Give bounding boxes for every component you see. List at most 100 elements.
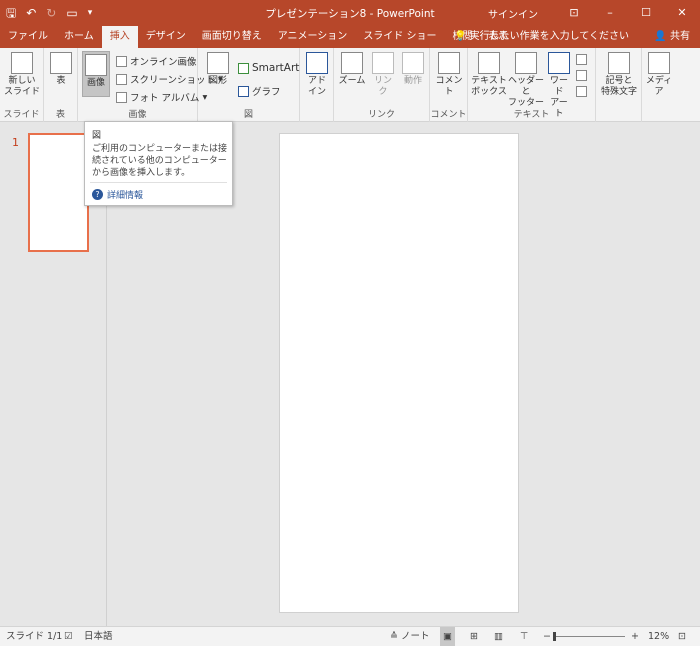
spell-check-icon[interactable]: ☑ xyxy=(64,627,73,646)
maximize-icon[interactable]: ☐ xyxy=(628,0,664,26)
textbox-label: テキスト ボックス xyxy=(471,76,507,97)
comment-icon xyxy=(438,52,460,74)
date-time-icon[interactable] xyxy=(576,54,587,65)
slide-sorter-icon[interactable]: ⊞ xyxy=(470,627,478,646)
link-button[interactable]: リンク xyxy=(370,52,396,98)
tooltip-help-link[interactable]: ? 詳細情報 xyxy=(92,188,143,201)
tooltip-help-label: 詳細情報 xyxy=(107,191,144,201)
status-bar: スライド 1/1 ☑ 日本語 ≙ ノート ▣ ⊞ ▥ ⊤ − + 12% ⊡ xyxy=(0,626,700,646)
tooltip-title: 図 xyxy=(92,131,102,141)
slide-thumbnail[interactable] xyxy=(28,133,89,252)
link-icon xyxy=(372,52,394,74)
chart-button[interactable]: グラフ xyxy=(238,84,281,98)
zoom-level[interactable]: 12% xyxy=(648,627,669,646)
slide-number: 1 xyxy=(12,136,19,149)
shapes-button[interactable]: 図形 xyxy=(204,52,232,87)
tab-6[interactable]: スライド ショー xyxy=(355,26,444,48)
slide-counter: スライド 1/1 xyxy=(6,631,63,642)
photo-album-button[interactable]: フォト アルバム ▾ xyxy=(116,90,207,104)
store-icon xyxy=(306,52,328,74)
shapes-label: 図形 xyxy=(208,76,227,86)
group-illustrations: 図形 SmartArt グラフ 図 xyxy=(198,48,300,122)
media-label: メディア xyxy=(645,76,673,97)
zoom-insert-button[interactable]: ズーム xyxy=(338,52,366,87)
ribbon-tab-row: ファイル ホーム 挿入 デザイン 画面切り替え アニメーション スライド ショー 校閲 表示 💡… xyxy=(0,26,700,50)
object-icon[interactable] xyxy=(576,86,587,97)
group-links: ズーム リンク 動作 リンク xyxy=(334,48,430,122)
smartart-icon xyxy=(238,62,249,74)
group-label-text: テキスト xyxy=(513,110,550,120)
group-addins: アドイン xyxy=(300,48,334,122)
zoom-slider-thumb[interactable] xyxy=(553,632,556,641)
zoom-insert-label: ズーム xyxy=(338,76,366,86)
picture-tooltip: 図 ご利用のコンピューターまたは接続されている他のコンピューターから画像を挿入し… xyxy=(84,121,233,206)
addins-button[interactable]: アドイン xyxy=(304,52,330,98)
photo-album-icon xyxy=(116,91,127,103)
notes-label: ノート xyxy=(400,631,430,642)
smartart-label: SmartArt xyxy=(252,62,300,74)
help-icon: ? xyxy=(92,189,103,200)
group-label-tables: 表 xyxy=(55,110,65,120)
notes-button[interactable]: ≙ ノート xyxy=(390,627,430,646)
group-images: 画像 オンライン画像 スクリーンショット ▾ フォト アルバム ▾ 画像 xyxy=(78,48,223,122)
group-label-comments: コメント xyxy=(430,110,467,120)
picture-button[interactable]: 画像 xyxy=(82,51,110,97)
smartart-button[interactable]: SmartArt xyxy=(238,62,299,74)
tab-0[interactable]: ファイル xyxy=(0,26,56,48)
share-label: 共有 xyxy=(670,31,690,42)
action-button[interactable]: 動作 xyxy=(400,52,426,87)
symbols-button[interactable]: 記号と 特殊文字 xyxy=(598,52,640,98)
table-button[interactable]: 表 xyxy=(49,52,73,87)
header-footer-button[interactable]: ヘッダーと フッター xyxy=(508,52,544,109)
table-label: 表 xyxy=(56,76,66,86)
group-slides: 新しい スライド スライド xyxy=(0,48,44,122)
new-slide-label: 新しい スライド xyxy=(4,76,41,97)
title-bar: 🖫 ↶ ↻ ▭ ▾ プレゼンテーション8 - PowerPoint サインイン … xyxy=(0,0,700,26)
zoom-slider[interactable] xyxy=(555,636,625,637)
normal-view-icon[interactable]: ▣ xyxy=(440,627,455,646)
screenshot-icon xyxy=(116,73,127,85)
picture-label: 画像 xyxy=(86,78,105,88)
share-button[interactable]: 👤 共有 xyxy=(654,26,690,48)
group-text: テキスト ボックス ヘッダーと フッター ワード アート テキスト xyxy=(468,48,596,122)
new-slide-button[interactable]: 新しい スライド xyxy=(4,52,40,98)
ribbon-tabs: ファイル ホーム 挿入 デザイン 画面切り替え アニメーション スライド ショー 校閲 表示 xyxy=(0,26,517,50)
slideshow-icon[interactable]: ⊤ xyxy=(520,627,528,646)
group-label-slides: スライド xyxy=(3,110,40,120)
ribbon: 新しい スライド スライド 表 表 画像 オンライン画像 スクリーンショット ▾… xyxy=(0,48,700,122)
tab-3[interactable]: デザイン xyxy=(138,26,194,48)
media-button[interactable]: メディア xyxy=(644,52,674,98)
zoom-icon xyxy=(341,52,363,74)
action-label: 動作 xyxy=(403,76,422,86)
wordart-icon xyxy=(548,52,570,74)
online-pictures-icon xyxy=(116,55,127,67)
tab-2[interactable]: 挿入 xyxy=(101,26,138,50)
tell-me-box[interactable]: 💡 実行したい作業を入力してください xyxy=(454,26,629,48)
zoom-out-icon[interactable]: − xyxy=(543,627,551,646)
comment-label: コメント xyxy=(435,76,463,97)
close-icon[interactable]: ✕ xyxy=(664,0,700,26)
textbox-button[interactable]: テキスト ボックス xyxy=(470,52,508,98)
slide-canvas[interactable] xyxy=(279,133,519,613)
omega-icon xyxy=(608,52,630,74)
tab-1[interactable]: ホーム xyxy=(56,26,102,48)
online-pictures-button[interactable]: オンライン画像 xyxy=(116,54,197,68)
signin-link[interactable]: サインイン xyxy=(488,6,538,21)
table-icon xyxy=(50,52,72,74)
group-label-illustrations: 図 xyxy=(243,110,253,120)
tab-5[interactable]: アニメーション xyxy=(270,26,356,48)
fit-to-window-icon[interactable]: ⊡ xyxy=(678,627,686,646)
ribbon-display-options-icon[interactable]: ⊡ xyxy=(556,0,592,26)
comment-button[interactable]: コメント xyxy=(434,52,464,98)
minimize-icon[interactable]: – xyxy=(592,0,628,26)
symbols-label: 記号と 特殊文字 xyxy=(600,76,637,97)
speaker-icon xyxy=(648,52,670,74)
slide-number-icon[interactable] xyxy=(576,70,587,81)
addins-label: アドイン xyxy=(307,76,326,97)
reading-view-icon[interactable]: ▥ xyxy=(494,627,503,646)
zoom-in-icon[interactable]: + xyxy=(631,627,639,646)
new-slide-icon xyxy=(11,52,33,74)
language-indicator[interactable]: 日本語 xyxy=(84,627,113,646)
tab-4[interactable]: 画面切り替え xyxy=(194,26,270,48)
chart-icon xyxy=(238,85,249,97)
